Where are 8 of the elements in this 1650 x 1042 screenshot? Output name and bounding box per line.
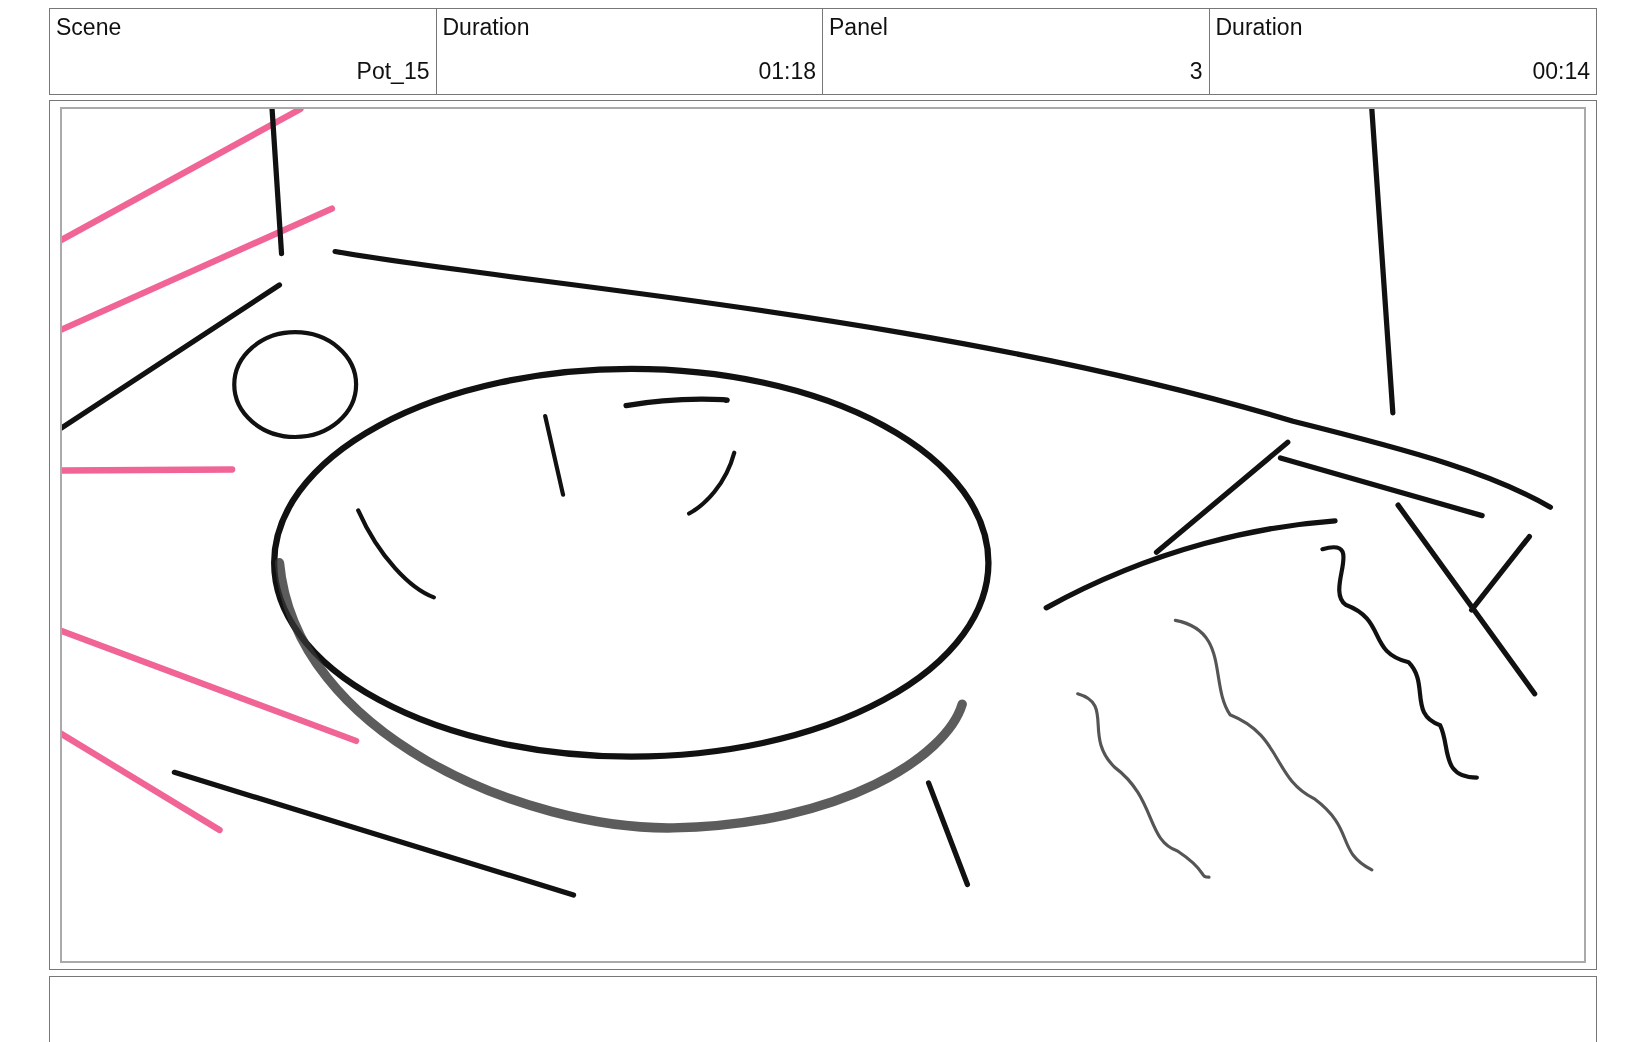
field-value: 01:18	[757, 58, 816, 84]
field-label: Duration	[442, 15, 531, 41]
field-label: Duration	[1215, 15, 1304, 41]
field-label: Panel	[829, 15, 889, 41]
field-value: 3	[1188, 58, 1203, 84]
field-value: 00:14	[1531, 58, 1590, 84]
field-value: Pot_15	[355, 58, 430, 84]
field-label: Scene	[56, 15, 123, 41]
